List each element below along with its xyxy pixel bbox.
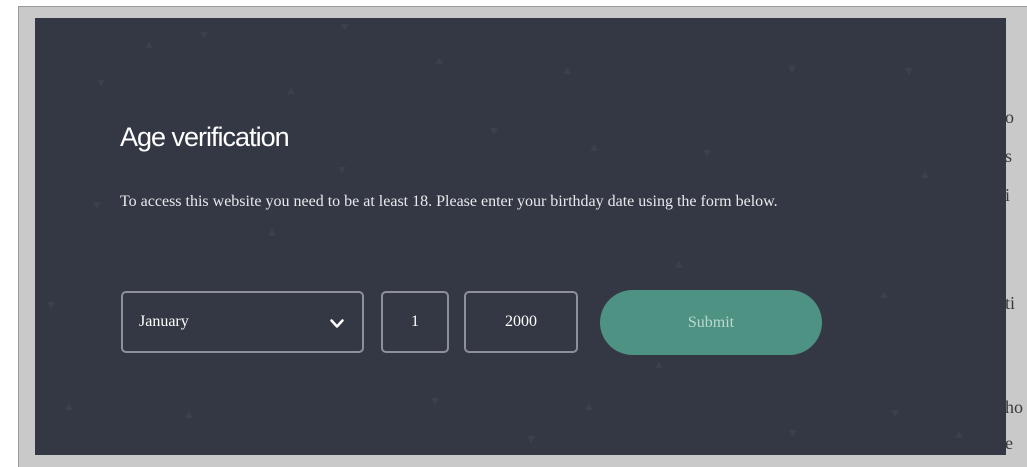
modal-title: Age verification <box>120 122 290 152</box>
chevron-down-icon <box>330 319 344 328</box>
submit-button[interactable]: Submit <box>600 290 822 355</box>
background-text: s <box>1005 146 1013 166</box>
year-input[interactable]: 2000 <box>464 291 578 353</box>
background-text: e <box>1005 433 1013 453</box>
modal-description: To access this website you need to be at… <box>120 193 778 210</box>
background-text: o <box>1005 107 1014 127</box>
background-text: ho <box>1005 397 1023 417</box>
background-text: ti <box>1005 293 1016 313</box>
overlay-backdrop <box>19 455 1027 467</box>
triangle-pattern <box>47 24 963 443</box>
day-input[interactable]: 1 <box>381 291 449 353</box>
age-verification-modal: Age verification To access this website … <box>35 18 1006 455</box>
overlay-backdrop <box>19 7 1027 18</box>
month-select[interactable]: January <box>121 291 364 353</box>
month-select-value: January <box>139 313 189 330</box>
overlay-backdrop <box>19 7 35 467</box>
